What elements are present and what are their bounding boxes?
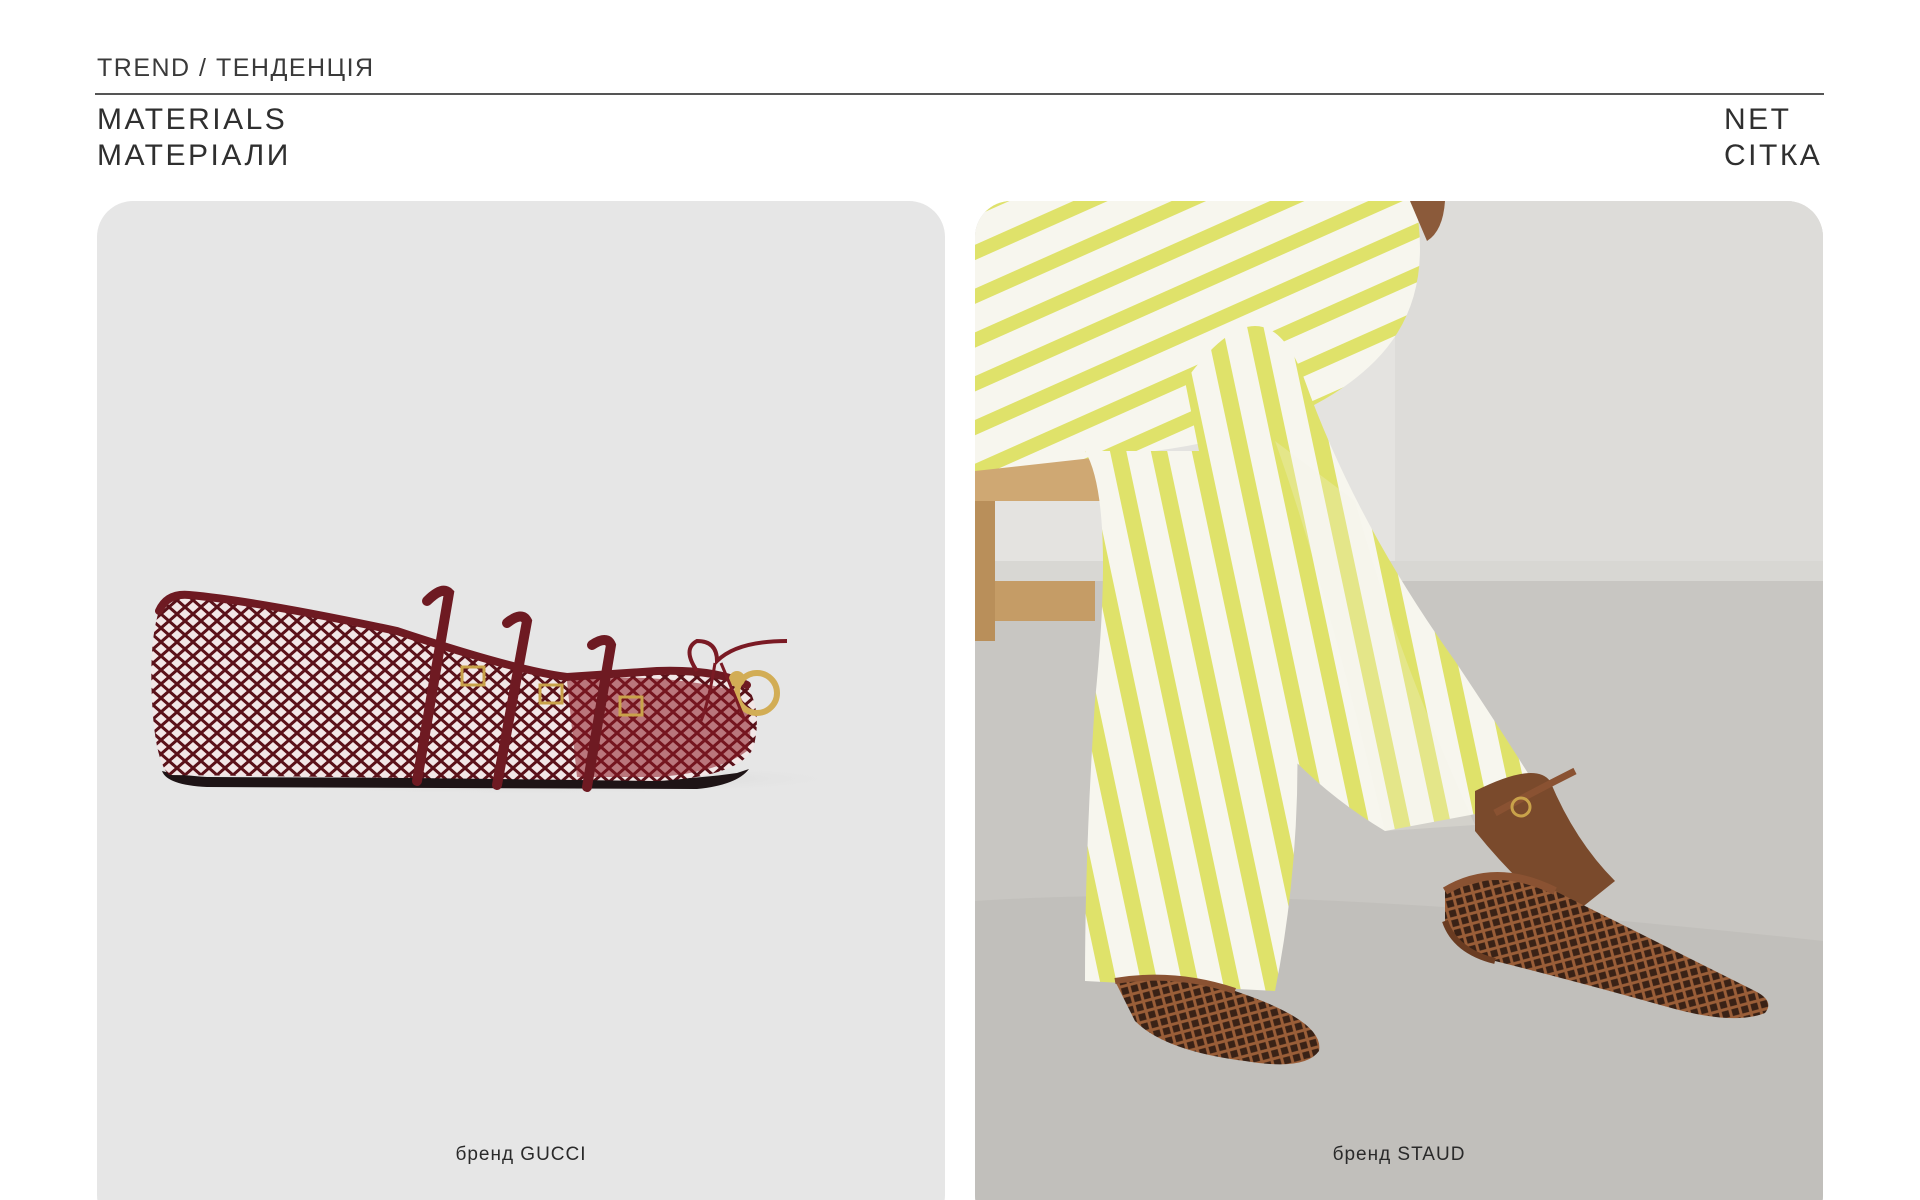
product-card-gucci [97, 201, 945, 1200]
trend-eyebrow: TREND / ТЕНДЕНЦІЯ [97, 54, 375, 82]
product-card-staud [975, 201, 1823, 1200]
topic-heading: NET СІТКА [1724, 102, 1822, 174]
staud-brand-caption: бренд STAUD [1332, 1144, 1466, 1165]
gucci-mesh-flat-image [151, 585, 857, 795]
staud-woven-mules-image [975, 201, 1823, 1200]
section-title-uk: МАТЕРІАЛИ [97, 139, 291, 172]
topic-title-en: NET [1724, 103, 1792, 136]
section-heading: MATERIALS МАТЕРІАЛИ [97, 102, 291, 174]
gucci-brand-caption: бренд GUCCI [455, 1144, 587, 1165]
section-title-en: MATERIALS [97, 103, 288, 136]
header-divider [95, 93, 1824, 95]
topic-title-uk: СІТКА [1724, 139, 1823, 172]
